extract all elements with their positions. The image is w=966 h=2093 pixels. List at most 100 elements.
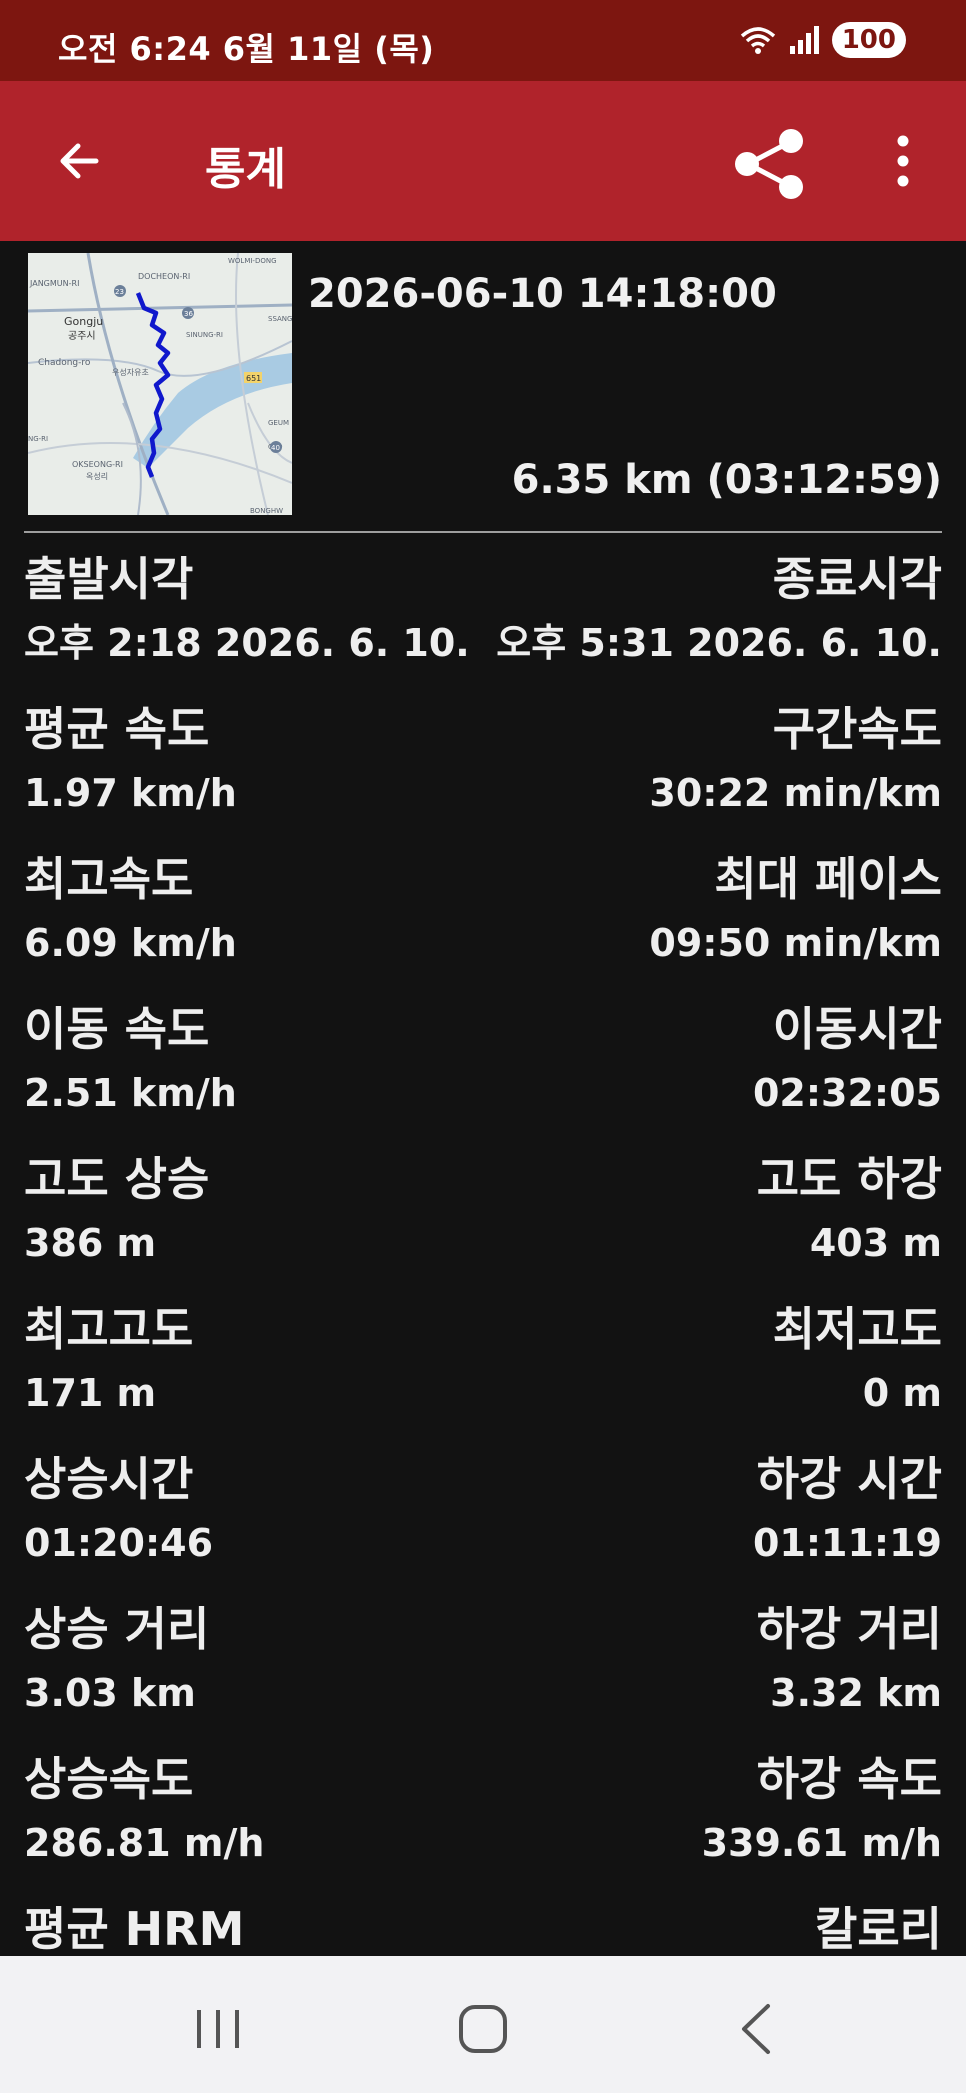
stat-value: 3.03 km (24, 1671, 196, 1715)
map-label: Gongju (64, 315, 103, 328)
stat-value: 0 m (862, 1371, 942, 1415)
map-label: JANGMUN-RI (29, 279, 79, 288)
map-label: GEUM (268, 419, 289, 427)
stat-row: 최고속도 6.09 km/h 최대 페이스 09:50 min/km (0, 843, 966, 993)
stat-row: 이동 속도 2.51 km/h 이동시간 02:32:05 (0, 993, 966, 1143)
stat-cell-right: 종료시각오후 5:31 2026. 6. 10. (496, 543, 942, 671)
stat-cell-left: 최고속도 6.09 km/h (24, 843, 237, 971)
stat-label: 하강 속도 (756, 1752, 942, 1806)
track-map-thumbnail[interactable]: JANGMUN-RI DOCHEON-RI WOLMI-DONG Gongju … (28, 253, 292, 515)
map-label: WOLMI-DONG (228, 257, 277, 265)
map-label: Chadong-ro (38, 358, 91, 368)
stat-cell-right: 칼로리 (815, 1893, 942, 1965)
stat-value: 09:50 min/km (649, 921, 942, 965)
map-label: 36 (184, 310, 193, 318)
map-label: SINUNG-RI (186, 331, 223, 339)
stat-label: 이동 속도 (24, 1002, 210, 1056)
stat-label: 고도 하강 (756, 1152, 942, 1206)
map-label: 공주시 (68, 330, 96, 342)
stat-row: 상승시간 01:20:46 하강 시간 01:11:19 (0, 1443, 966, 1593)
stat-value: 171 m (24, 1371, 157, 1415)
stat-row: 상승속도 286.81 m/h 하강 속도 339.61 m/h (0, 1743, 966, 1893)
app-bar: 통계 (0, 81, 966, 241)
stat-label: 상승속도 (24, 1752, 194, 1806)
stat-value: 6.09 km/h (24, 921, 237, 965)
more-vert-icon[interactable] (888, 133, 918, 189)
stat-label: 상승 거리 (24, 1602, 210, 1656)
stat-label: 최고고도 (24, 1302, 194, 1356)
status-bar: 오전 6:24 6월 11일 (목) 100 (0, 0, 966, 81)
share-icon[interactable] (730, 125, 808, 203)
stat-label: 평균 속도 (24, 702, 210, 756)
stat-label: 하강 거리 (756, 1602, 942, 1656)
stats-list: 출발시각오후 2:18 2026. 6. 10. 종료시각오후 5:31 202… (0, 543, 966, 2043)
map-label: 우성자유초 (112, 368, 149, 377)
stat-row: 상승 거리 3.03 km 하강 거리 3.32 km (0, 1593, 966, 1743)
map-label: DOCHEON-RI (138, 272, 190, 281)
stat-cell-right: 구간속도 30:22 min/km (649, 693, 942, 821)
stat-label: 평균 HRM (24, 1902, 245, 1956)
home-icon[interactable] (443, 1994, 523, 2064)
status-time: 오전 6:24 6월 11일 (목) (58, 30, 435, 68)
stat-label: 최고속도 (24, 852, 194, 906)
map-label: 651 (246, 374, 261, 383)
map-label: OKSEONG-RI (72, 460, 123, 469)
stat-label: 최저고도 (772, 1302, 942, 1356)
stat-label: 출발시각 (24, 552, 194, 606)
stat-value: 2.51 km/h (24, 1071, 237, 1115)
stat-cell-left: 상승속도 286.81 m/h (24, 1743, 264, 1871)
stat-label: 칼로리 (815, 1902, 942, 1956)
divider (24, 531, 942, 533)
track-summary: 6.35 km (03:12:59) (511, 457, 942, 503)
stat-row: 최고고도 171 m 최저고도 0 m (0, 1293, 966, 1443)
stat-cell-left: 이동 속도 2.51 km/h (24, 993, 237, 1121)
stat-value: 01:20:46 (24, 1521, 214, 1565)
stat-value: 286.81 m/h (24, 1821, 265, 1865)
stat-value: 386 m (24, 1221, 157, 1265)
stat-cell-left: 상승시간 01:20:46 (24, 1443, 213, 1571)
stat-row: 고도 상승 386 m 고도 하강 403 m (0, 1143, 966, 1293)
signal-icon (789, 26, 819, 54)
map-label: SSANG (268, 315, 292, 323)
stat-row: 출발시각오후 2:18 2026. 6. 10. 종료시각오후 5:31 202… (0, 543, 966, 693)
stat-value: 오후 5:31 2026. 6. 10. (496, 621, 942, 665)
battery-icon: 100 (831, 22, 906, 58)
stat-value: 339.61 m/h (701, 1821, 942, 1865)
stat-cell-left: 최고고도 171 m (24, 1293, 193, 1421)
stat-cell-right: 최저고도 0 m (773, 1293, 942, 1421)
map-label: NG-RI (28, 435, 48, 443)
stat-label: 구간속도 (772, 702, 942, 756)
stat-value: 30:22 min/km (649, 771, 942, 815)
stat-cell-right: 하강 시간 01:11:19 (753, 1443, 942, 1571)
stat-value: 01:11:19 (752, 1521, 942, 1565)
stat-label: 하강 시간 (756, 1452, 942, 1506)
back-arrow-icon[interactable] (52, 133, 108, 189)
track-datetime: 2026-06-10 14:18:00 (308, 271, 777, 317)
stat-cell-left: 상승 거리 3.03 km (24, 1593, 209, 1721)
map-label: 23 (115, 288, 124, 296)
map-label: 40 (271, 444, 280, 452)
stat-label: 종료시각 (772, 552, 942, 606)
stat-value: 3.32 km (770, 1671, 942, 1715)
stat-label: 고도 상승 (24, 1152, 210, 1206)
stat-cell-left: 고도 상승 386 m (24, 1143, 209, 1271)
stat-cell-left: 평균 속도 1.97 km/h (24, 693, 237, 821)
map-label: BONGHW (250, 507, 283, 515)
stat-cell-left: 출발시각오후 2:18 2026. 6. 10. (24, 543, 470, 671)
stat-value: 403 m (809, 1221, 942, 1265)
stat-cell-right: 하강 거리 3.32 km (757, 1593, 942, 1721)
stat-cell-right: 최대 페이스 09:50 min/km (649, 843, 942, 971)
system-nav-bar (0, 1956, 966, 2093)
stat-label: 최대 페이스 (714, 852, 942, 906)
stat-cell-right: 하강 속도 339.61 m/h (702, 1743, 942, 1871)
back-icon[interactable] (718, 1994, 798, 2064)
recent-apps-icon[interactable] (178, 1994, 258, 2064)
track-header: JANGMUN-RI DOCHEON-RI WOLMI-DONG Gongju … (0, 241, 966, 533)
stat-value: 1.97 km/h (24, 771, 237, 815)
stat-label: 상승시간 (24, 1452, 194, 1506)
wifi-icon (740, 27, 775, 54)
map-label: 옥성리 (86, 472, 108, 481)
status-icons: 100 (738, 22, 906, 58)
stat-cell-left: 평균 HRM (24, 1893, 244, 1965)
stat-value: 오후 2:18 2026. 6. 10. (24, 621, 470, 665)
